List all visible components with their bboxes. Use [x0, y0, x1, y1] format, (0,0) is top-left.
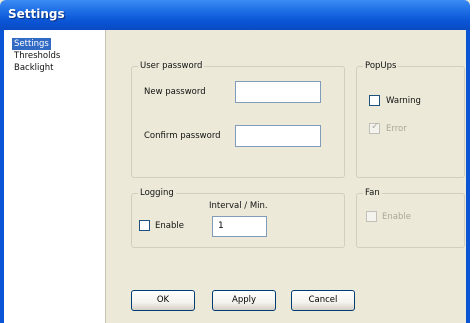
fan-enable-label: Enable: [382, 212, 411, 222]
checkmark-icon: ✓: [371, 121, 380, 132]
sidebar-item-backlight[interactable]: Backlight: [12, 62, 55, 74]
error-checkbox: ✓: [369, 121, 380, 134]
popups-group-label: PopUps: [363, 61, 399, 72]
interval-label: Interval / Min.: [209, 201, 268, 211]
fan-group-label: Fan: [363, 188, 382, 199]
logging-enable-checkbox[interactable]: [139, 220, 150, 231]
logging-enable-label: Enable: [155, 221, 184, 231]
fan-enable-checkbox: [366, 211, 377, 222]
settings-window: Settings Settings Thresholds Backlight U…: [0, 0, 470, 323]
apply-button[interactable]: Apply: [212, 290, 276, 311]
confirm-password-label: Confirm password: [144, 131, 221, 141]
warning-label: Warning: [386, 96, 421, 106]
confirm-password-input[interactable]: [235, 125, 321, 147]
new-password-input[interactable]: [235, 81, 321, 103]
window-title: Settings: [8, 7, 65, 21]
sidebar-nav: Settings Thresholds Backlight: [4, 30, 106, 323]
ok-button[interactable]: OK: [131, 290, 195, 311]
title-bar[interactable]: Settings: [0, 0, 470, 30]
warning-checkbox[interactable]: [369, 95, 380, 106]
sidebar-item-thresholds[interactable]: Thresholds: [12, 50, 62, 62]
window-frame-right: [466, 30, 470, 323]
sidebar-item-settings[interactable]: Settings: [12, 38, 51, 50]
cancel-button[interactable]: Cancel: [291, 290, 355, 311]
interval-input[interactable]: 1: [212, 216, 267, 237]
logging-group-label: Logging: [138, 188, 176, 199]
new-password-label: New password: [144, 87, 206, 97]
user-password-group-label: User password: [138, 61, 205, 72]
error-label: Error: [386, 124, 407, 134]
